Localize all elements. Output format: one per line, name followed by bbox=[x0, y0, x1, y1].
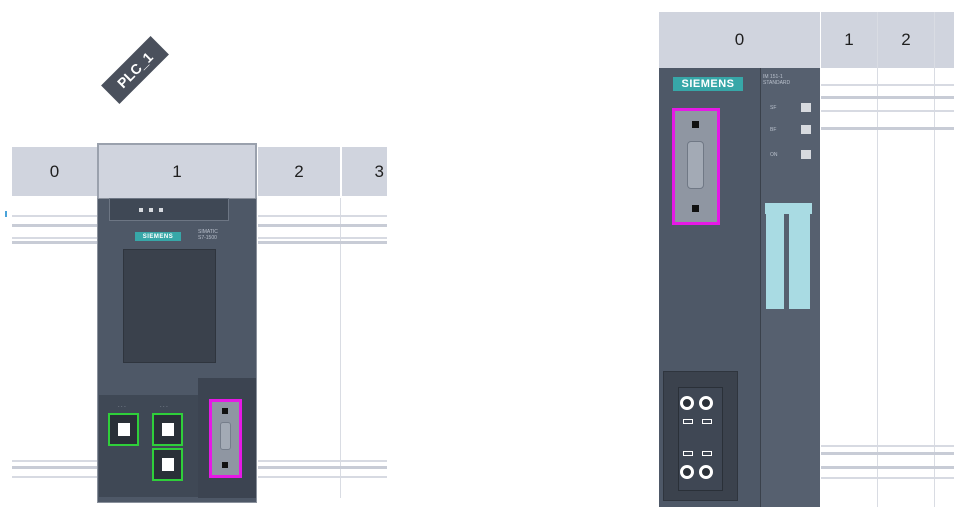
profinet-port-3[interactable] bbox=[152, 448, 183, 481]
rail-line bbox=[258, 460, 387, 462]
divider bbox=[877, 12, 878, 507]
slot-column-2-right[interactable] bbox=[878, 68, 934, 507]
profibus-port-im[interactable] bbox=[672, 108, 720, 225]
slot-number: 2 bbox=[294, 161, 304, 181]
terminal-screw-icon bbox=[680, 465, 694, 479]
terminal-slot bbox=[683, 451, 693, 456]
rail-line bbox=[258, 466, 387, 469]
slot-number: 1 bbox=[172, 161, 182, 181]
slot-column-1-right[interactable] bbox=[821, 68, 877, 507]
rail-line bbox=[12, 224, 97, 227]
status-led-sf bbox=[801, 103, 811, 112]
terminal-slot bbox=[702, 451, 712, 456]
port-pin bbox=[222, 408, 228, 414]
profibus-port-cpu[interactable] bbox=[209, 399, 242, 478]
rail-line bbox=[821, 466, 954, 469]
slot-number: 1 bbox=[844, 30, 854, 49]
terminal-slot bbox=[683, 419, 693, 424]
rail-line bbox=[12, 237, 97, 239]
siemens-logo: SIEMENS bbox=[135, 232, 181, 241]
rail-line bbox=[12, 476, 97, 478]
terminal-screw-icon bbox=[680, 396, 694, 410]
status-led-on bbox=[801, 150, 811, 159]
slot-number: 2 bbox=[901, 30, 911, 49]
led-label-bf: BF bbox=[770, 127, 777, 133]
slot-header-2-right[interactable]: 2 bbox=[878, 12, 934, 68]
cpu-status-panel bbox=[109, 198, 229, 221]
bus-connector-top bbox=[765, 203, 812, 214]
status-led bbox=[159, 208, 163, 212]
rail-line bbox=[258, 476, 387, 478]
cpu-model-label: SIMATIC S7-1500 bbox=[198, 229, 228, 241]
bus-connector-left bbox=[766, 214, 786, 309]
rail-line bbox=[12, 460, 97, 462]
cpu-display bbox=[123, 249, 216, 363]
slot-header-1-right[interactable]: 1 bbox=[821, 12, 877, 68]
status-led bbox=[139, 208, 143, 212]
profinet-port-2[interactable] bbox=[152, 413, 183, 446]
rail-line bbox=[258, 241, 387, 244]
slot-number: 0 bbox=[734, 30, 745, 49]
db9-connector-icon bbox=[220, 422, 231, 450]
port-led-row: · · · bbox=[160, 404, 168, 410]
port-led-row: · · · bbox=[118, 404, 126, 410]
rail-line bbox=[258, 237, 387, 239]
terminal-screw-icon bbox=[699, 396, 713, 410]
rail-line bbox=[258, 215, 387, 217]
rail-line bbox=[821, 84, 954, 86]
rail-line bbox=[12, 215, 97, 217]
led-label-sf: SF bbox=[770, 105, 777, 111]
rail-line bbox=[821, 96, 954, 99]
slot-header-1[interactable]: 1 bbox=[97, 143, 257, 198]
slot-header-3-right[interactable] bbox=[935, 12, 954, 68]
power-terminal[interactable] bbox=[663, 371, 738, 501]
slot-header-2[interactable]: 2 bbox=[258, 147, 340, 196]
rail-line bbox=[12, 241, 97, 244]
port-pin bbox=[692, 205, 699, 212]
profinet-port-1[interactable] bbox=[108, 413, 139, 446]
siemens-logo: SIEMENS bbox=[673, 77, 743, 91]
cpu-port-panel bbox=[99, 395, 198, 497]
slot-number: 0 bbox=[49, 161, 60, 181]
terminal-slot bbox=[702, 419, 712, 424]
rj45-icon bbox=[162, 423, 174, 436]
led-label-on: ON bbox=[770, 152, 778, 158]
slot-header-0[interactable]: 0 bbox=[12, 147, 97, 196]
rail-line bbox=[258, 224, 387, 227]
rail-line bbox=[821, 110, 954, 112]
terminal-screw-icon bbox=[699, 465, 713, 479]
rj45-icon bbox=[118, 423, 130, 436]
bus-connector-right bbox=[789, 214, 810, 309]
port-pin bbox=[692, 121, 699, 128]
im-model-line: STANDARD bbox=[763, 80, 791, 86]
rail-line bbox=[821, 452, 954, 455]
rj45-icon bbox=[162, 458, 174, 471]
rail-line bbox=[821, 477, 954, 479]
slot-header-0-right[interactable]: 0 bbox=[659, 12, 820, 68]
status-led-bf bbox=[801, 125, 811, 134]
edge-marker bbox=[5, 211, 7, 217]
rail-line bbox=[821, 127, 954, 130]
rail-line bbox=[821, 445, 954, 447]
divider bbox=[934, 12, 935, 507]
status-led bbox=[149, 208, 153, 212]
slot-header-3[interactable]: 3 bbox=[342, 147, 387, 196]
im-model-label: IM 151-1 STANDARD bbox=[763, 74, 818, 86]
db9-connector-icon bbox=[687, 141, 704, 189]
rail-line bbox=[12, 466, 97, 469]
cpu-model-line: S7-1500 bbox=[198, 235, 217, 241]
port-pin bbox=[222, 462, 228, 468]
slot-number: 3 bbox=[374, 161, 384, 181]
